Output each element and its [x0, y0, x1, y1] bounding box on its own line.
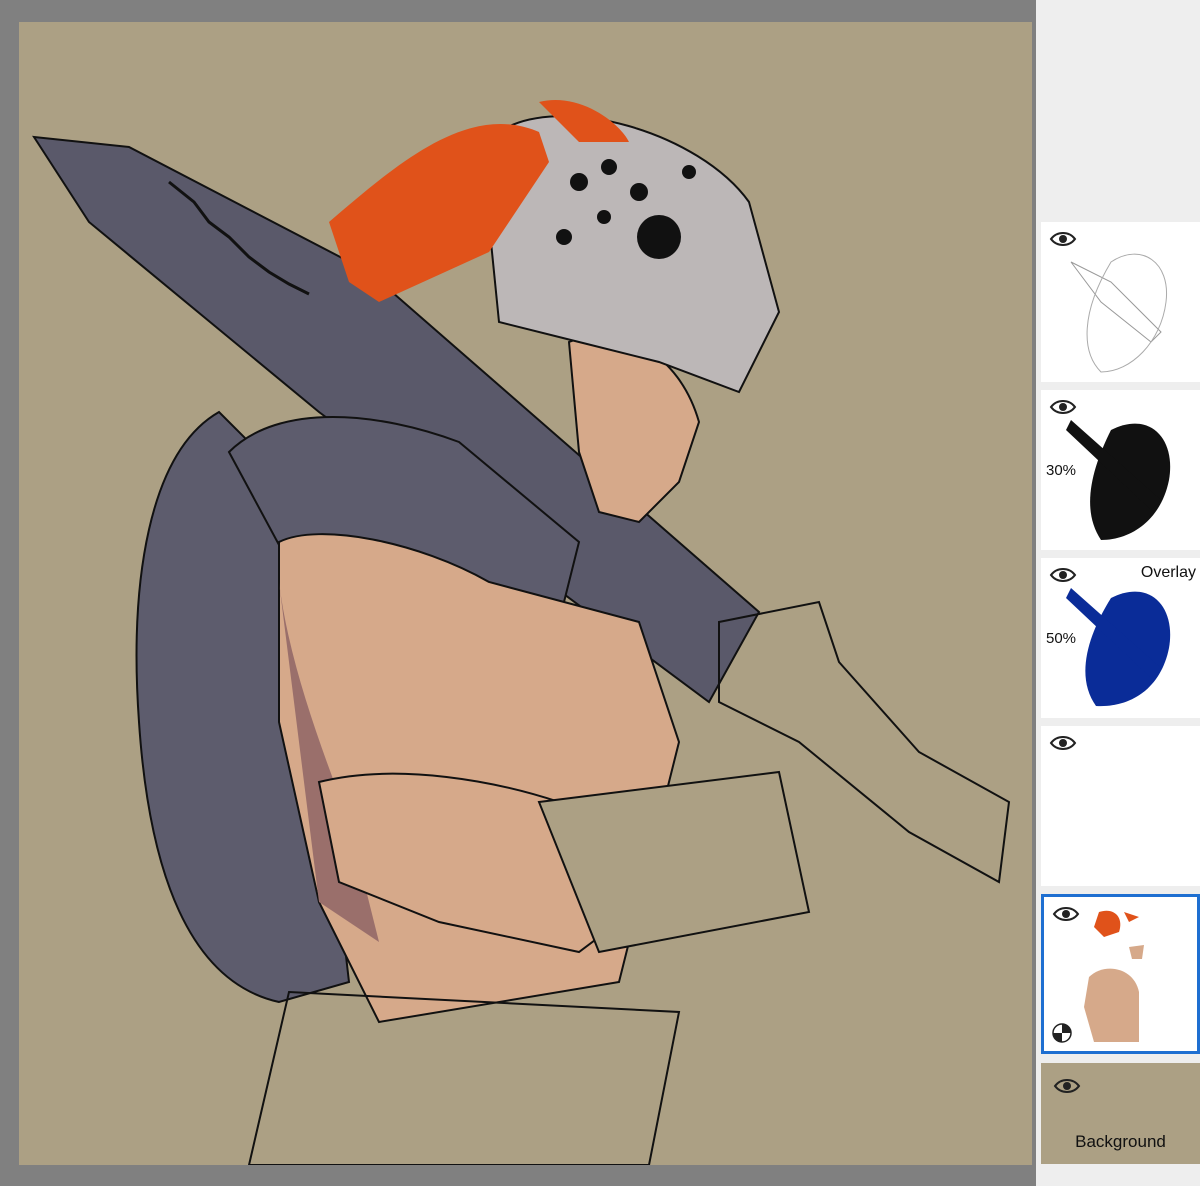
eye-icon[interactable]: [1049, 230, 1077, 248]
eye-icon[interactable]: [1053, 1077, 1081, 1095]
artwork: [19, 22, 1032, 1165]
checker-icon[interactable]: [1052, 1023, 1072, 1043]
eye-icon[interactable]: [1049, 734, 1077, 752]
layer-flat-colors[interactable]: [1041, 894, 1200, 1054]
layer-opacity: 30%: [1046, 462, 1077, 479]
layer-label: Background: [1075, 1132, 1166, 1151]
layer-opacity: 50%: [1046, 630, 1077, 647]
layer-background[interactable]: Background: [1041, 1063, 1200, 1164]
layer-shadow[interactable]: 30%: [1041, 390, 1200, 550]
eye-icon[interactable]: [1052, 905, 1080, 923]
layers-panel: 30% 50% Overlay Background: [1036, 0, 1200, 1186]
layer-empty[interactable]: [1041, 726, 1200, 886]
eye-icon[interactable]: [1049, 398, 1077, 416]
eye-icon[interactable]: [1049, 566, 1077, 584]
canvas-area[interactable]: [0, 0, 1036, 1186]
layer-line-art[interactable]: [1041, 222, 1200, 382]
layer-blend-mode: Overlay: [1140, 564, 1196, 581]
artboard[interactable]: [19, 22, 1032, 1165]
layer-overlay[interactable]: 50% Overlay: [1041, 558, 1200, 718]
